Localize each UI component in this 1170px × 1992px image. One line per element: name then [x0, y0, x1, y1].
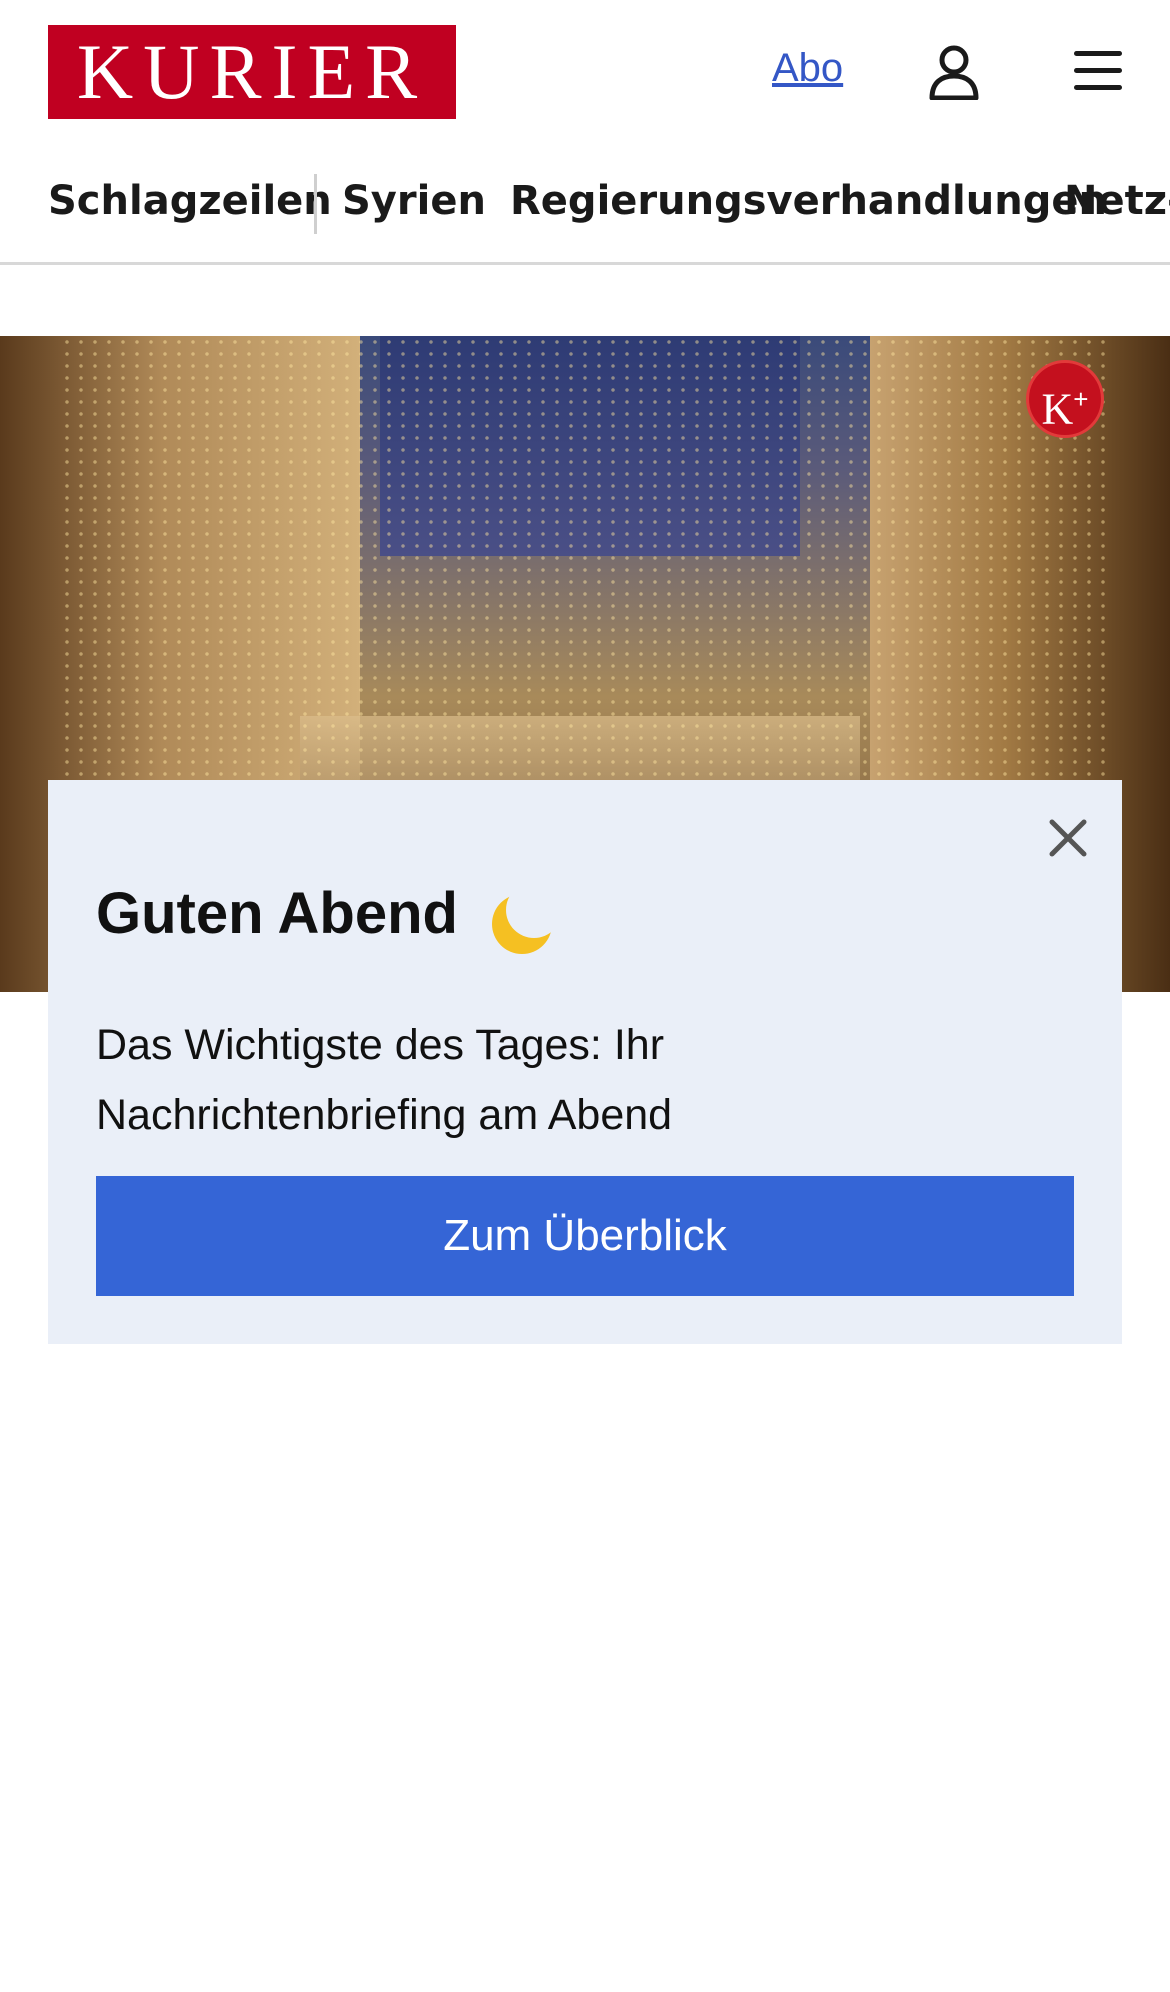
abo-link[interactable]: Abo — [772, 46, 843, 91]
crescent-moon-icon — [488, 886, 560, 958]
kplus-badge: K+ — [1026, 360, 1104, 438]
hamburger-menu-icon[interactable] — [1072, 48, 1124, 94]
nav-item-regierungsverhandlungen[interactable]: Regierungsverhandlungen — [510, 178, 1107, 224]
close-icon[interactable] — [1040, 810, 1096, 866]
page: KURIER Abo Schlagzeilen Syrien Regierung… — [0, 0, 1170, 1992]
site-header: KURIER Abo — [0, 0, 1170, 146]
nav-divider — [314, 174, 317, 234]
zum-ueberblick-button[interactable]: Zum Überblick — [96, 1176, 1074, 1296]
popup-greeting: Guten Abend — [96, 881, 458, 946]
kurier-logo[interactable]: KURIER — [48, 25, 456, 119]
user-icon[interactable] — [928, 44, 980, 101]
popup-subtext: Das Wichtigste des Tages: Ihr Nachrichte… — [96, 1021, 673, 1139]
nav-item-syrien[interactable]: Syrien — [342, 178, 486, 224]
topic-nav: Schlagzeilen Syrien Regierungsverhandlun… — [0, 160, 1170, 265]
nav-item-schlagzeilen[interactable]: Schlagzeilen — [48, 178, 332, 224]
nav-item-netz[interactable]: Netz- — [1064, 178, 1170, 224]
